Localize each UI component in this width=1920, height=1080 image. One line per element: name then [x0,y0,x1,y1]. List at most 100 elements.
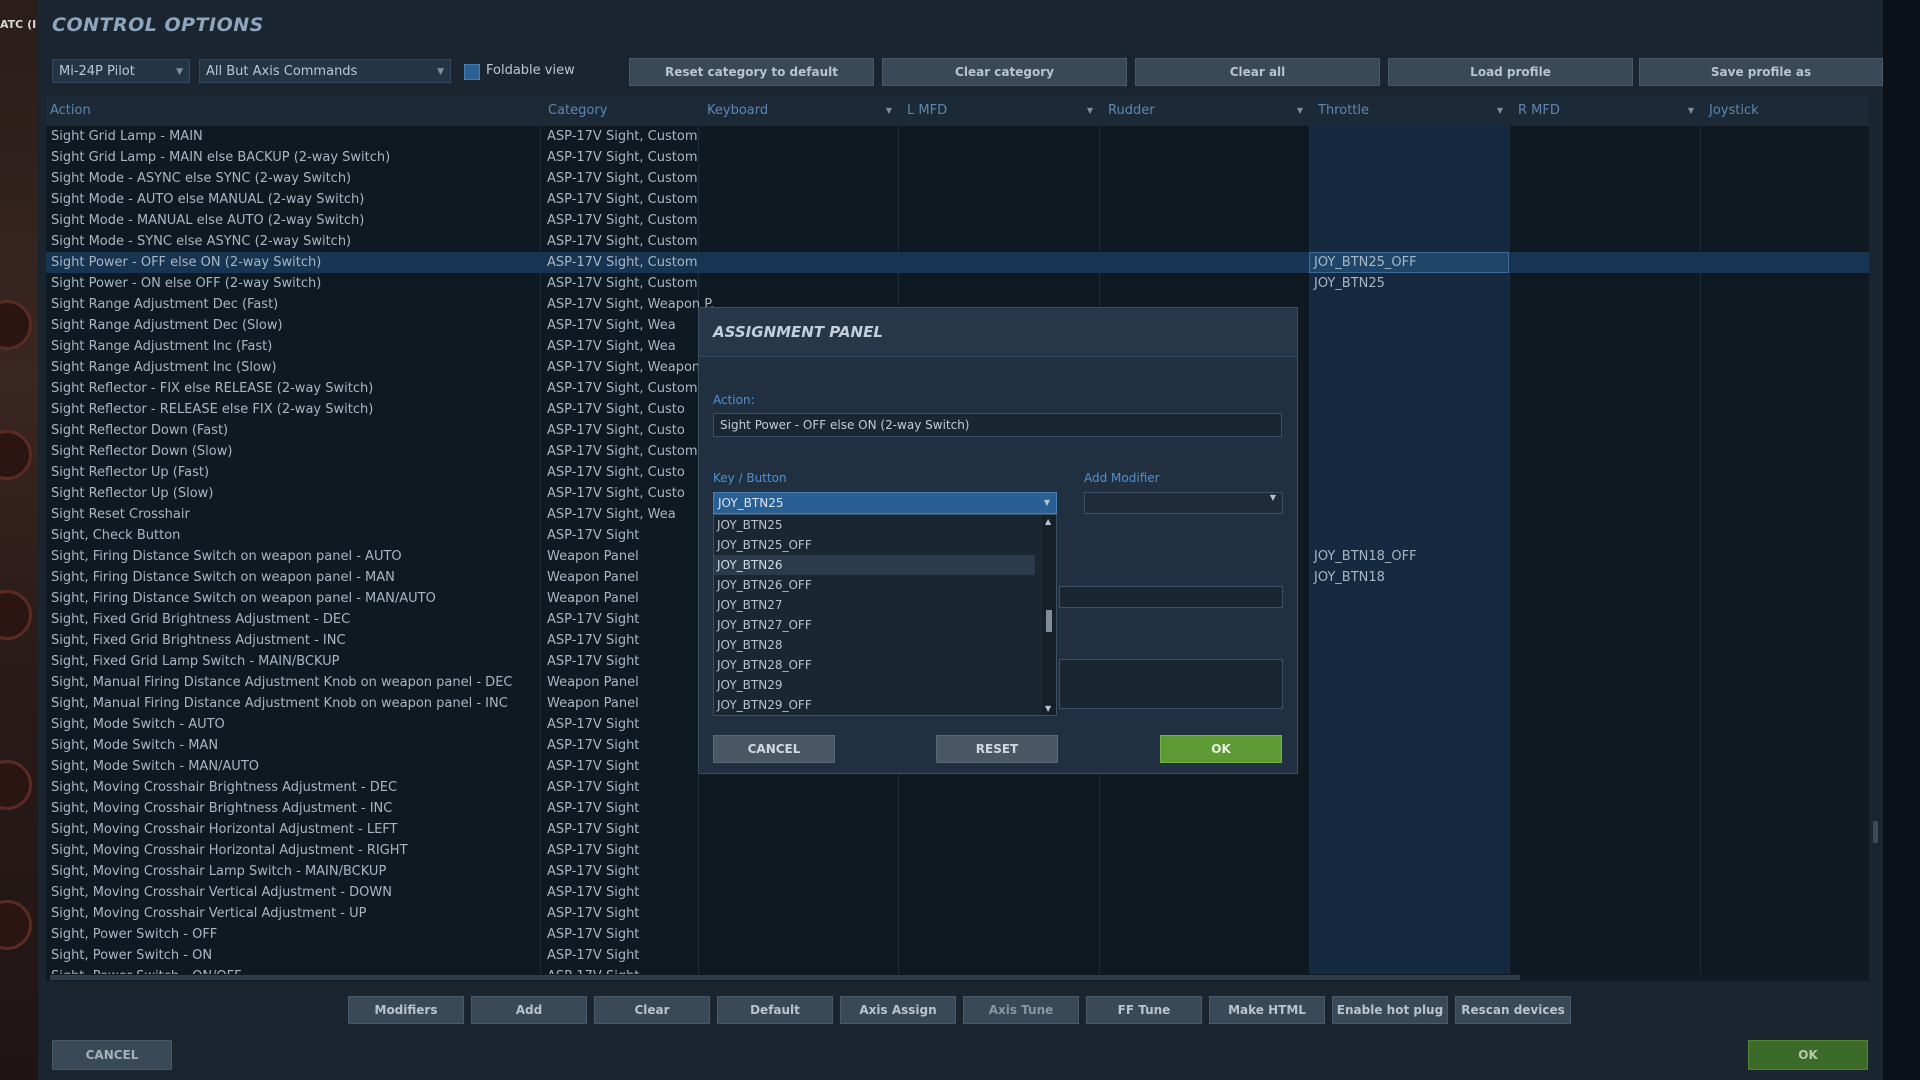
table-row[interactable]: Sight, Moving Crosshair Vertical Adjustm… [46,903,1869,924]
foldable-view-checkbox[interactable] [464,64,480,80]
key-option[interactable]: JOY_BTN29_OFF [714,695,1035,715]
chevron-down-icon: ▼ [1269,493,1276,502]
table-row[interactable]: Sight, Moving Crosshair Lamp Switch - MA… [46,861,1869,882]
category-cell: ASP-17V Sight [547,927,640,942]
key-option[interactable]: JOY_BTN25 [714,515,1035,535]
ok-button[interactable]: OK [1748,1040,1868,1070]
cockpit-dial [0,590,32,640]
key-option[interactable]: JOY_BTN27 [714,595,1035,615]
key-options-list[interactable]: JOY_BTN25 JOY_BTN25_OFF JOY_BTN26 JOY_BTN26… [713,514,1057,716]
add-button[interactable]: Add [471,996,587,1024]
throttle-cell[interactable]: JOY_BTN25_OFF [1314,252,1417,273]
horizontal-scrollbar[interactable] [46,974,1869,981]
category-filter-select[interactable]: All But Axis Commands ▼ [199,59,451,83]
column-header-category[interactable]: Category [544,96,698,126]
key-button-label: Key / Button [713,471,787,485]
table-row[interactable]: Sight Mode - ASYNC else SYNC (2-way Swit… [46,168,1869,189]
modifiers-button[interactable]: Modifiers [348,996,464,1024]
key-option[interactable]: JOY_BTN25_OFF [714,535,1035,555]
key-option[interactable]: JOY_BTN29 [714,675,1035,695]
axis-assign-button[interactable]: Axis Assign [840,996,956,1024]
column-header-keyboard[interactable]: Keyboard ▼ [703,96,898,126]
scrollbar-thumb[interactable] [1046,610,1052,632]
axis-tune-button[interactable]: Axis Tune [963,996,1079,1024]
throttle-cell[interactable]: JOY_BTN25 [1314,273,1385,294]
table-row[interactable]: Sight Grid Lamp - MAIN else BACKUP (2-wa… [46,147,1869,168]
column-header-label: Rudder [1108,103,1155,118]
column-header-rudder[interactable]: Rudder ▼ [1104,96,1309,126]
clear-button[interactable]: Clear [594,996,710,1024]
key-option[interactable]: JOY_BTN26_OFF [714,575,1035,595]
table-row[interactable]: Sight, Power Switch - OFF ASP-17V Sight [46,924,1869,945]
key-button-select[interactable]: JOY_BTN25 ▼ [713,492,1057,514]
modal-ok-button[interactable]: OK [1160,735,1282,763]
key-option[interactable]: JOY_BTN26 [714,555,1035,575]
table-row[interactable]: Sight Grid Lamp - MAIN ASP-17V Sight, Cus… [46,126,1869,147]
category-cell: Weapon Panel [547,696,639,711]
cockpit-dial [0,430,32,480]
key-option[interactable]: JOY_BTN28_OFF [714,655,1035,675]
scroll-down-icon[interactable]: ▼ [1045,704,1051,713]
aircraft-select[interactable]: Mi-24P Pilot ▼ [52,59,190,83]
table-row[interactable]: Sight, Moving Crosshair Brightness Adjus… [46,777,1869,798]
modal-cancel-button[interactable]: CANCEL [713,735,835,763]
column-header-label: R MFD [1518,103,1560,118]
clear-all-button[interactable]: Clear all [1135,58,1380,86]
category-cell: ASP-17V Sight, Custo [547,402,685,417]
foldable-view-label: Foldable view [486,63,575,78]
save-profile-button[interactable]: Save profile as [1639,58,1883,86]
table-row[interactable]: Sight, Moving Crosshair Brightness Adjus… [46,798,1869,819]
table-row[interactable]: Sight, Power Switch - ON ASP-17V Sight [46,945,1869,966]
cockpit-dial [0,900,32,950]
clear-category-button[interactable]: Clear category [882,58,1127,86]
column-header-rmfd[interactable]: R MFD ▼ [1514,96,1700,126]
action-cell: Sight Mode - AUTO else MANUAL (2-way Swi… [51,192,365,207]
key-option[interactable]: JOY_BTN28 [714,635,1035,655]
action-cell: Sight, Moving Crosshair Brightness Adjus… [51,801,393,816]
table-row[interactable]: Sight Power - ON else OFF (2-way Switch)… [46,273,1869,294]
cancel-button[interactable]: CANCEL [52,1040,172,1070]
column-header-lmfd[interactable]: L MFD ▼ [903,96,1099,126]
make-html-button[interactable]: Make HTML [1209,996,1325,1024]
throttle-cell[interactable]: JOY_BTN18_OFF [1314,546,1417,567]
chevron-down-icon: ▼ [885,106,892,115]
key-option[interactable]: JOY_BTN27_OFF [714,615,1035,635]
enable-hot-plug-button[interactable]: Enable hot plug [1332,996,1448,1024]
column-header-action[interactable]: Action [46,96,540,126]
category-cell: ASP-17V Sight [547,864,640,879]
action-cell: Sight, Check Button [51,528,181,543]
category-cell: ASP-17V Sight [547,759,640,774]
column-header-throttle[interactable]: Throttle ▼ [1314,96,1509,126]
ff-tune-button[interactable]: FF Tune [1086,996,1202,1024]
default-button[interactable]: Default [717,996,833,1024]
table-row[interactable]: Sight Mode - MANUAL else AUTO (2-way Swi… [46,210,1869,231]
load-profile-button[interactable]: Load profile [1388,58,1633,86]
partially-hidden-field [1059,586,1283,608]
list-scrollbar[interactable]: ▲ ▼ [1042,515,1056,715]
vertical-scrollbar[interactable] [1872,96,1880,981]
column-header-joystick[interactable]: Joystick [1705,96,1869,126]
table-row[interactable]: Sight, Moving Crosshair Vertical Adjustm… [46,882,1869,903]
table-row[interactable]: Sight Power - OFF else ON (2-way Switch)… [46,252,1869,273]
category-cell: ASP-17V Sight [547,906,640,921]
scrollbar-thumb[interactable] [1873,821,1878,843]
reset-category-button[interactable]: Reset category to default [629,58,874,86]
scroll-up-icon[interactable]: ▲ [1045,517,1051,526]
action-cell: Sight Range Adjustment Dec (Fast) [51,297,279,312]
action-field: Sight Power - OFF else ON (2-way Switch) [713,413,1282,437]
action-cell: Sight, Moving Crosshair Brightness Adjus… [51,780,398,795]
modal-reset-button[interactable]: RESET [936,735,1058,763]
action-label: Action: [713,393,755,407]
throttle-cell[interactable]: JOY_BTN18 [1314,567,1385,588]
table-row[interactable]: Sight Mode - AUTO else MANUAL (2-way Swi… [46,189,1869,210]
category-cell: ASP-17V Sight, Custom [547,192,698,207]
table-row[interactable]: Sight Mode - SYNC else ASYNC (2-way Swit… [46,231,1869,252]
rescan-devices-button[interactable]: Rescan devices [1455,996,1571,1024]
category-cell: ASP-17V Sight, Custom [547,276,698,291]
table-row[interactable]: Sight, Moving Crosshair Horizontal Adjus… [46,819,1869,840]
scrollbar-thumb[interactable] [50,975,1520,980]
add-modifier-select[interactable]: ▼ [1084,492,1283,514]
assignment-panel: ASSIGNMENT PANEL Action: Sight Power - O… [698,307,1298,774]
action-cell: Sight, Mode Switch - AUTO [51,717,225,732]
table-row[interactable]: Sight, Moving Crosshair Horizontal Adjus… [46,840,1869,861]
